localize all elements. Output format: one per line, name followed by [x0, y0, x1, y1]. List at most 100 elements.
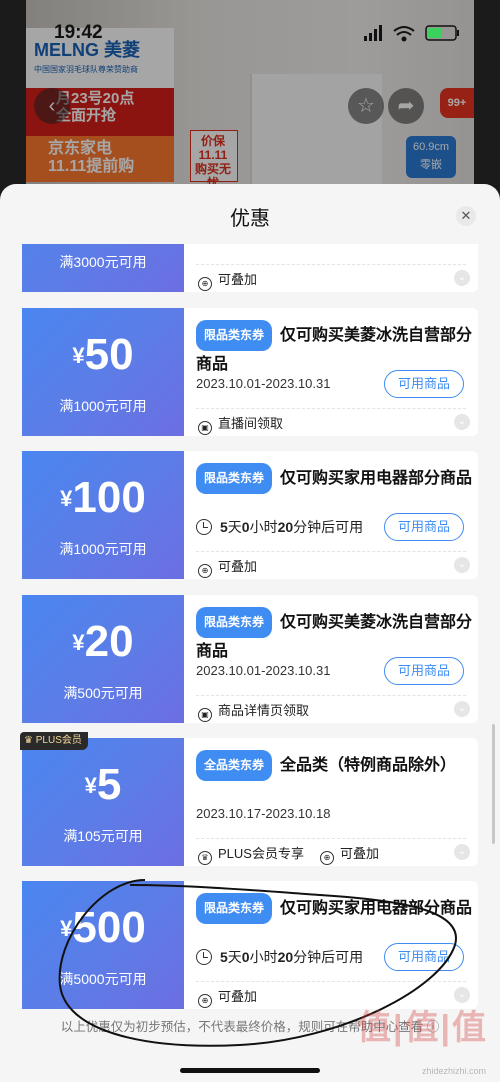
- close-icon[interactable]: ✕: [456, 206, 476, 226]
- status-icons: [364, 25, 459, 42]
- plus-member-badge: ♛ PLUS会员: [20, 732, 88, 750]
- coupon-card: ¥50 满1000元可用 限品类东券 仅可购买美菱冰洗自营部分商品 2023.10…: [18, 308, 478, 436]
- countdown-unit: 小时: [249, 519, 278, 535]
- countdown-minutes: 20: [277, 949, 294, 965]
- crown-icon: ♛: [198, 851, 212, 865]
- available-products-button[interactable]: 可用商品: [384, 943, 464, 971]
- sheet-title: 优惠: [230, 208, 270, 230]
- coupon-meta-text: 可叠加: [218, 559, 258, 574]
- coupon-detail-panel: 限品类东券 仅可购买家用电器部分商品 5天0小时20分钟后可用 可用商品 ⊕ 可叠加…: [184, 881, 478, 1009]
- watermark-url: zhidezhizhi.com: [421, 1066, 486, 1076]
- chevron-down-icon[interactable]: ⌄: [454, 414, 470, 430]
- chevron-down-icon[interactable]: ⌄: [454, 557, 470, 573]
- coupon-detail-panel: 限品类东券 仅可购买家用电器部分商品 5天0小时20分钟后可用 可用商品 ⊕ 可叠加…: [184, 451, 478, 579]
- available-products-button[interactable]: 可用商品: [384, 657, 464, 685]
- divider: [196, 981, 466, 982]
- coupon-list[interactable]: 满3000元可用 ⊕ 可叠加 ⌄ ¥50 满1000元可用 限品类东券 仅可购买美菱…: [0, 244, 500, 1014]
- coupon-amount: ¥20: [22, 617, 184, 667]
- coupon-card: ¥5 满105元可用 ♛ PLUS会员 全品类东券 全品类（特例商品除外） 202…: [18, 732, 478, 866]
- coupon-meta-text: 可叠加: [218, 989, 258, 1004]
- coupon-condition: 满5000元可用: [59, 971, 147, 987]
- coupon-meta: ▣ 商品详情页领取: [198, 700, 309, 722]
- signal-icon: [364, 25, 382, 41]
- coupon-meta: ⊕ 可叠加: [198, 556, 257, 578]
- chevron-down-icon[interactable]: ⌄: [454, 844, 470, 860]
- coupon-condition: 满3000元可用: [59, 254, 147, 270]
- coupon-value-panel: ¥5 满105元可用 ♛ PLUS会员: [18, 732, 188, 866]
- countdown-unit: 小时: [249, 949, 278, 965]
- coupon-value-panel: ¥50 满1000元可用: [18, 308, 188, 436]
- coupon-meta: ⊕ 可叠加: [198, 986, 257, 1008]
- coupon-date: 2023.10.17-2023.10.18: [196, 806, 331, 821]
- clock-icon: [196, 519, 212, 535]
- coupon-countdown: 5天0小时20分钟后可用: [196, 947, 363, 967]
- coupon-condition: 满1000元可用: [59, 541, 147, 557]
- wifi-icon: [393, 26, 415, 42]
- coupon-amount-value: 5: [96, 760, 122, 809]
- countdown-hours: 0: [241, 949, 250, 965]
- coupon-countdown: 5天0小时20分钟后可用: [196, 517, 363, 537]
- divider: [196, 551, 466, 552]
- countdown-unit: 天: [227, 519, 242, 535]
- coupon-detail-panel: 限品类东券 仅可购买美菱冰洗自营部分商品 2023.10.01-2023.10.3…: [184, 308, 478, 436]
- coupon-amount: ¥500: [22, 903, 184, 953]
- coupon-amount-value: 500: [72, 903, 146, 952]
- coupon-card: ¥500 满5000元可用 限品类东券 仅可购买家用电器部分商品 5天0小时20分…: [18, 881, 478, 1009]
- coupon-meta: ▣ 直播间领取: [198, 413, 283, 435]
- currency-symbol: ¥: [60, 916, 73, 941]
- coupon-meta: ♛ PLUS会员专享 ⊕ 可叠加: [198, 843, 379, 865]
- available-products-button[interactable]: 可用商品: [384, 513, 464, 541]
- scrollbar[interactable]: [492, 724, 495, 844]
- countdown-days: 5: [220, 949, 228, 965]
- coupon-value-panel: ¥100 满1000元可用: [18, 451, 188, 579]
- stack-icon: ⊕: [198, 277, 212, 291]
- live-icon: ▣: [198, 421, 212, 435]
- stack-icon: ⊕: [198, 994, 212, 1008]
- coupon-condition: 满105元可用: [63, 828, 143, 844]
- coupon-type-tag: 限品类东券: [196, 607, 273, 638]
- coupon-value-panel: 满3000元可用: [18, 244, 188, 292]
- countdown-unit: 天: [227, 949, 242, 965]
- coupon-amount: ¥50: [22, 330, 184, 380]
- coupon-title-text: 仅可购买家用电器部分商品: [280, 900, 473, 917]
- coupon-value-panel: ¥500 满5000元可用: [18, 881, 188, 1009]
- stack-icon: ⊕: [198, 564, 212, 578]
- coupon-detail-panel: 限品类东券 仅可购买美菱冰洗自营部分商品 2023.10.01-2023.10.3…: [184, 595, 478, 723]
- coupon-amount: ¥5: [22, 760, 184, 810]
- coupon-meta-text: PLUS会员专享: [218, 846, 304, 861]
- currency-symbol: ¥: [60, 486, 73, 511]
- coupon-date: 2023.10.01-2023.10.31: [196, 663, 331, 678]
- coupon-type-tag: 限品类东券: [196, 463, 273, 494]
- coupon-type-tag: 限品类东券: [196, 893, 273, 924]
- coupon-type-tag: 全品类东券: [196, 750, 273, 781]
- divider: [196, 695, 466, 696]
- divider: [196, 264, 466, 265]
- chevron-down-icon[interactable]: ⌄: [454, 701, 470, 717]
- coupon-title: 限品类东券 仅可购买家用电器部分商品: [196, 893, 474, 924]
- page-icon: ▣: [198, 708, 212, 722]
- countdown-suffix: 分钟后可用: [293, 519, 364, 535]
- coupon-card: ¥100 满1000元可用 限品类东券 仅可购买家用电器部分商品 5天0小时20分…: [18, 451, 478, 579]
- coupon-title: 全品类东券 全品类（特例商品除外）: [196, 750, 474, 781]
- currency-symbol: ¥: [72, 343, 85, 368]
- home-indicator: [180, 1068, 320, 1073]
- coupon-sheet: 优惠 ✕ 满3000元可用 ⊕ 可叠加 ⌄ ¥50 满1000元可用 限品类东券仅…: [0, 184, 500, 1082]
- available-products-button[interactable]: 可用商品: [384, 370, 464, 398]
- countdown-minutes: 20: [277, 519, 294, 535]
- battery-icon: [425, 25, 459, 41]
- divider: [196, 408, 466, 409]
- coupon-detail-panel: ⊕ 可叠加 ⌄: [184, 244, 478, 292]
- coupon-title-text: 仅可购买家用电器部分商品: [280, 470, 473, 487]
- chevron-down-icon[interactable]: ⌄: [454, 270, 470, 286]
- plus-badge-text: PLUS会员: [35, 735, 82, 746]
- coupon-detail-panel: 全品类东券 全品类（特例商品除外） 2023.10.17-2023.10.18 ♛…: [184, 738, 478, 866]
- divider: [196, 838, 466, 839]
- countdown-hours: 0: [241, 519, 250, 535]
- coupon-meta-text: 商品详情页领取: [218, 703, 310, 718]
- coupon-amount-value: 20: [84, 617, 134, 666]
- currency-symbol: ¥: [72, 630, 85, 655]
- coupon-condition: 满1000元可用: [59, 398, 147, 414]
- coupon-meta-text: 可叠加: [339, 846, 379, 861]
- coupon-amount: ¥100: [22, 473, 184, 523]
- coupon-title: 限品类东券 仅可购买家用电器部分商品: [196, 463, 474, 494]
